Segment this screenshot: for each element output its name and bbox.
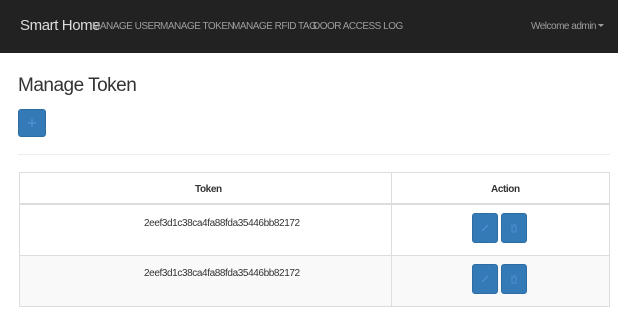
welcome-label: Welcome admin [530, 21, 597, 32]
trash-icon [511, 274, 517, 284]
edit-button[interactable] [472, 264, 498, 294]
token-table: Token Action 2eef3d1c38ca4fa88fda35446bb… [19, 172, 610, 307]
brand-link[interactable]: Smart Home [20, 17, 101, 34]
add-token-button[interactable] [18, 109, 46, 137]
column-separator [391, 173, 392, 306]
divider [18, 154, 610, 155]
caret-down-icon [598, 24, 604, 27]
nav-manage-user[interactable]: MANAGE USER [92, 21, 161, 32]
column-header-token: Token [195, 184, 222, 195]
pencil-icon [481, 224, 489, 232]
page-title: Manage Token [18, 75, 137, 96]
delete-button[interactable] [501, 264, 527, 294]
edit-button[interactable] [472, 213, 498, 243]
table-row: 2eef3d1c38ca4fa88fda35446bb82172 [20, 205, 609, 256]
table-header-row: Token Action [20, 173, 609, 205]
token-value: 2eef3d1c38ca4fa88fda35446bb82172 [144, 268, 300, 279]
nav-manage-rfid-tag[interactable]: MANAGE RFID TAG [232, 21, 317, 32]
trash-icon [511, 223, 517, 233]
delete-button[interactable] [501, 213, 527, 243]
plus-icon [28, 119, 36, 127]
table-row: 2eef3d1c38ca4fa88fda35446bb82172 [20, 256, 609, 306]
column-header-action: Action [491, 184, 520, 195]
nav-door-access-log[interactable]: DOOR ACCESS LOG [313, 21, 403, 32]
pencil-icon [481, 275, 489, 283]
token-value: 2eef3d1c38ca4fa88fda35446bb82172 [144, 218, 300, 229]
navbar: Smart Home MANAGE USER MANAGE TOKEN MANA… [0, 0, 618, 53]
nav-manage-token[interactable]: MANAGE TOKEN [160, 21, 235, 32]
user-dropdown[interactable]: Welcome admin [531, 21, 604, 32]
